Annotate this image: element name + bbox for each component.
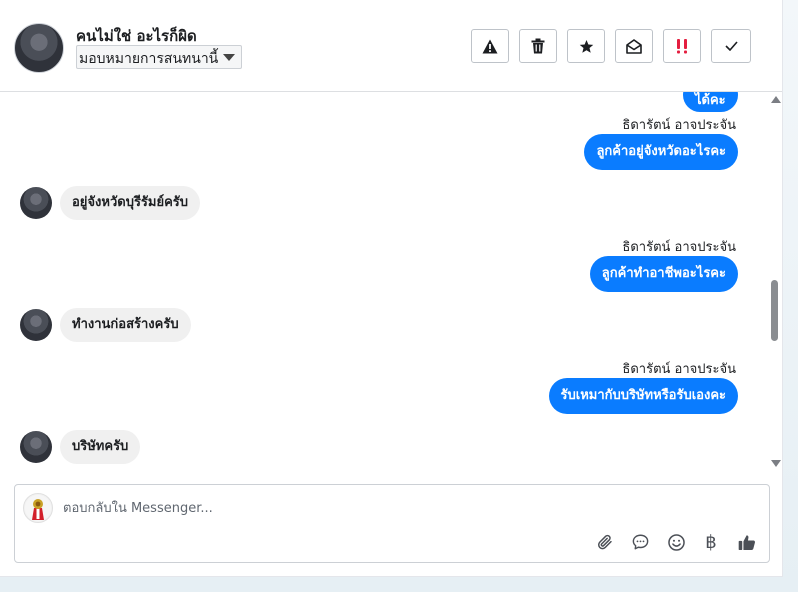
- message-bubble-outgoing[interactable]: รับเหมากับบริษัทหรือรับเองคะ: [548, 378, 738, 414]
- page-avatar: [23, 493, 53, 523]
- message-text: บริษัทครับ: [72, 439, 129, 454]
- priority-icon: [677, 39, 687, 54]
- conversation-header: คนไม่ใช่ อะไรก็ผิด มอบหมายการสนทนานี้: [0, 0, 782, 92]
- conversation-panel: คนไม่ใช่ อะไรก็ผิด มอบหมายการสนทนานี้ ได…: [0, 0, 783, 577]
- message-bubble-incoming[interactable]: บริษัทครับ: [60, 430, 141, 464]
- message-bubble-incoming[interactable]: อยู่จังหวัดบุรีรัมย์ครับ: [60, 186, 201, 220]
- contact-avatar-small: [20, 431, 52, 463]
- reply-input[interactable]: [63, 497, 563, 519]
- scroll-down-arrow-icon[interactable]: [771, 460, 781, 467]
- page-logo-icon: [25, 495, 51, 521]
- sender-name: ธิดารัตน์ อาจประจัน: [622, 240, 736, 255]
- message-bubble-outgoing[interactable]: ลูกค้าอยู่จังหวัดอะไรคะ: [584, 134, 738, 170]
- scroll-up-arrow-icon[interactable]: [771, 96, 781, 103]
- message-text: อยู่จังหวัดบุรีรัมย์ครับ: [72, 195, 189, 210]
- sender-name: ธิดารัตน์ อาจประจัน: [622, 118, 736, 133]
- contact-avatar-small: [20, 187, 52, 219]
- star-icon: [579, 39, 593, 53]
- message-text: ลูกค้าอยู่จังหวัดอะไรคะ: [596, 144, 726, 159]
- message-text: รับเหมากับบริษัทหรือรับเองคะ: [560, 388, 726, 403]
- reply-composer: ฿: [14, 484, 770, 563]
- thread-scrollbar[interactable]: [766, 92, 782, 470]
- baht-icon: ฿: [705, 531, 717, 553]
- warning-icon: [482, 39, 498, 53]
- message-text: ลูกค้าทำอาชีพอะไรคะ: [601, 266, 726, 281]
- message-bubble-outgoing[interactable]: ลูกค้าทำอาชีพอะไรคะ: [589, 256, 738, 292]
- mark-spam-button[interactable]: [471, 29, 509, 63]
- message-text: ได้คะ: [695, 93, 726, 108]
- message-thread[interactable]: ได้คะ ธิดารัตน์ อาจประจัน ลูกค้าอยู่จังห…: [0, 92, 782, 470]
- assign-conversation-select[interactable]: มอบหมายการสนทนานี้: [76, 45, 242, 69]
- smiley-icon: [667, 533, 685, 551]
- star-button[interactable]: [567, 29, 605, 63]
- saved-replies-button[interactable]: [629, 531, 651, 553]
- mark-done-button[interactable]: [711, 29, 751, 63]
- chevron-down-icon: [223, 54, 235, 61]
- speech-bubble-icon: [632, 534, 648, 550]
- trash-icon: [531, 38, 545, 54]
- sender-name: ธิดารัตน์ อาจประจัน: [622, 362, 736, 377]
- message-bubble-incoming[interactable]: ทำงานก่อสร้างครับ: [60, 308, 191, 342]
- mark-unread-button[interactable]: [615, 29, 653, 63]
- thumbs-up-icon: [738, 534, 755, 550]
- contact-avatar-small: [20, 309, 52, 341]
- open-envelope-icon: [626, 38, 642, 54]
- paperclip-icon: [597, 534, 612, 550]
- contact-avatar[interactable]: [14, 23, 64, 73]
- like-button[interactable]: [736, 531, 758, 553]
- checkmark-icon: [724, 41, 738, 51]
- priority-button[interactable]: [663, 29, 701, 63]
- scrollbar-thumb[interactable]: [771, 280, 778, 341]
- assign-select-value: มอบหมายการสนทนานี้: [79, 51, 219, 67]
- attach-button[interactable]: [594, 531, 616, 553]
- message-text: ทำงานก่อสร้างครับ: [72, 317, 179, 332]
- emoji-button[interactable]: [665, 531, 687, 553]
- message-bubble-outgoing[interactable]: ได้คะ: [683, 92, 738, 112]
- delete-button[interactable]: [519, 29, 557, 63]
- payment-button[interactable]: ฿: [700, 531, 722, 553]
